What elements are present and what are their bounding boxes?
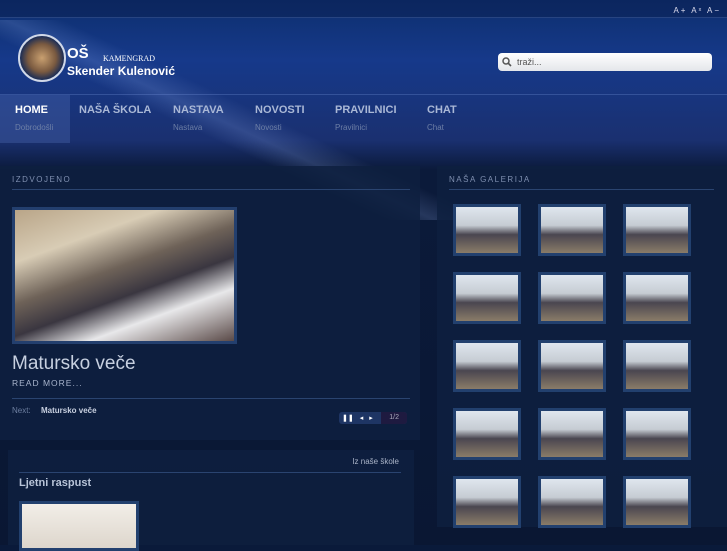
gallery-thumbnail[interactable]: [623, 204, 691, 256]
search-icon: [502, 57, 512, 67]
nav-novosti[interactable]: NOVOSTI Novosti: [245, 95, 325, 143]
slideshow-controls: ❚❚ ◂ ▸ 1/2: [339, 412, 407, 424]
top-bar: A+ Aˣ A−: [0, 0, 727, 18]
next-title[interactable]: Matursko veče: [41, 406, 97, 415]
nav-nastava[interactable]: NASTAVA Nastava: [163, 95, 245, 143]
gallery-thumbnail[interactable]: [623, 272, 691, 324]
news-title[interactable]: Ljetni raspust: [19, 477, 91, 489]
search-placeholder: traži...: [517, 57, 542, 67]
school-logo[interactable]: [18, 34, 66, 82]
divider: [19, 472, 401, 473]
gallery-thumbnail[interactable]: [538, 272, 606, 324]
next-icon[interactable]: ▸: [366, 414, 376, 422]
featured-headline[interactable]: Matursko veče: [12, 353, 136, 375]
nav-label: NOVOSTI: [255, 104, 305, 116]
nav-home[interactable]: HOME Dobrodošli: [0, 95, 70, 143]
font-size-controls[interactable]: A+ Aˣ A−: [673, 6, 721, 15]
gallery-thumbnail[interactable]: [453, 476, 521, 528]
gallery-thumbnail[interactable]: [538, 204, 606, 256]
brand-os: OŠ: [67, 45, 89, 62]
divider: [12, 398, 410, 399]
gallery-thumbnail[interactable]: [453, 408, 521, 460]
gallery-thumbnail[interactable]: [453, 340, 521, 392]
news-category[interactable]: Iz naše škole: [352, 457, 399, 466]
nav-label: NASTAVA: [173, 104, 224, 116]
page-indicator: 1/2: [381, 412, 407, 424]
nav-sub: Pravilnici: [335, 123, 368, 132]
read-more-link[interactable]: READ MORE...: [12, 378, 83, 388]
gallery-thumbnail[interactable]: [453, 272, 521, 324]
next-label: Next:: [12, 406, 31, 415]
gallery-thumbnail[interactable]: [538, 408, 606, 460]
news-panel: Iz naše škole Ljetni raspust: [8, 450, 414, 551]
main-nav: HOME Dobrodošli NAŠA ŠKOLA NASTAVA Nastava…: [0, 94, 727, 143]
gallery-thumbnail[interactable]: [623, 476, 691, 528]
gallery-thumbnail[interactable]: [623, 408, 691, 460]
featured-title: IZDVOJENO: [12, 175, 410, 190]
brand-name: Skender Kulenović: [67, 64, 176, 78]
nav-label: NAŠA ŠKOLA: [79, 104, 152, 116]
featured-panel: IZDVOJENO Matursko veče READ MORE... Nex…: [0, 166, 420, 440]
gallery-grid: [453, 204, 691, 528]
gallery-thumbnail[interactable]: [538, 476, 606, 528]
nav-label: HOME: [15, 104, 48, 116]
pause-icon[interactable]: ❚❚: [339, 414, 357, 422]
gallery-thumbnail[interactable]: [623, 340, 691, 392]
nav-sub: Chat: [427, 123, 444, 132]
nav-label: PRAVILNICI: [335, 104, 397, 116]
nav-pravilnici[interactable]: PRAVILNICI Pravilnici: [325, 95, 417, 143]
gallery-panel: NAŠA GALERIJA: [437, 166, 727, 528]
nav-nasa-skola[interactable]: NAŠA ŠKOLA: [70, 95, 163, 143]
prev-icon[interactable]: ◂: [357, 414, 367, 422]
search-input[interactable]: traži...: [498, 53, 712, 71]
news-image[interactable]: [19, 501, 139, 551]
gallery-title: NAŠA GALERIJA: [449, 175, 714, 190]
gallery-thumbnail[interactable]: [538, 340, 606, 392]
nav-label: CHAT: [427, 104, 457, 116]
brand-town: KAMENGRAD: [103, 54, 155, 63]
nav-sub: Nastava: [173, 123, 203, 132]
nav-chat[interactable]: CHAT Chat: [417, 95, 497, 143]
nav-sub: Novosti: [255, 123, 282, 132]
nav-sub: Dobrodošli: [15, 123, 54, 132]
gallery-thumbnail[interactable]: [453, 204, 521, 256]
featured-image[interactable]: [12, 207, 237, 344]
